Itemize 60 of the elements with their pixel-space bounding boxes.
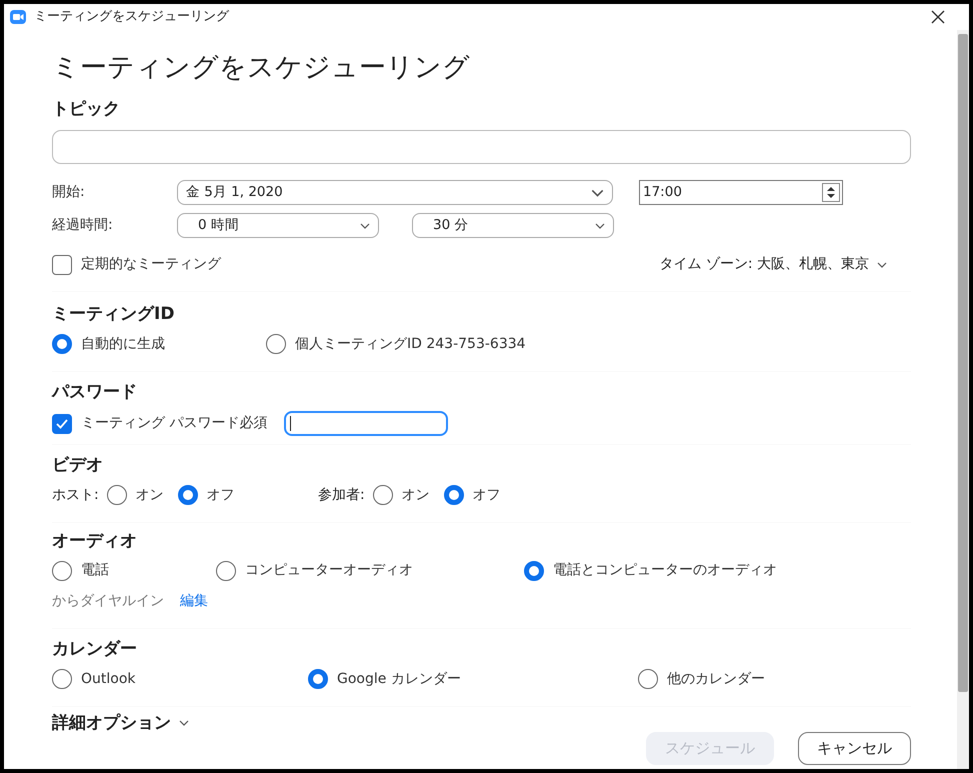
chevron-down-icon bbox=[591, 188, 604, 196]
section-title: カレンダー bbox=[52, 638, 138, 661]
option-label: オフ bbox=[206, 486, 235, 504]
time-spinner[interactable]: 17:00 bbox=[639, 180, 843, 205]
radio-button[interactable] bbox=[52, 669, 72, 689]
field-label: ホスト: bbox=[52, 486, 99, 504]
topic-field[interactable] bbox=[52, 130, 911, 164]
scrollbar[interactable] bbox=[957, 30, 969, 769]
timezone-dropdown[interactable]: タイム ゾーン: 大阪、札幌、東京 bbox=[659, 254, 887, 275]
dialog-heading: ミーティングをスケジューリング bbox=[52, 51, 471, 85]
checkbox-label: ミーティング パスワード必須 bbox=[81, 414, 268, 433]
check-icon bbox=[56, 418, 68, 428]
dial-in-label: からダイヤルイン bbox=[52, 592, 164, 611]
checkbox-label: 定期的なミーティング bbox=[81, 255, 221, 274]
option-label: オン bbox=[402, 486, 430, 504]
option-label: Outlook bbox=[81, 670, 136, 688]
radio-button[interactable] bbox=[638, 669, 658, 689]
close-icon[interactable] bbox=[931, 10, 945, 24]
field-label: 開始: bbox=[52, 183, 86, 202]
checkbox[interactable] bbox=[52, 254, 72, 274]
radio-button[interactable] bbox=[106, 485, 127, 505]
chevron-down-icon bbox=[360, 222, 370, 228]
radio-button[interactable] bbox=[52, 334, 72, 354]
section-title: ビデオ bbox=[52, 454, 104, 477]
section-title: パスワード bbox=[52, 380, 138, 404]
cancel-button[interactable]: キャンセル bbox=[798, 732, 911, 764]
chevron-down-icon bbox=[877, 262, 887, 268]
chevron-down-icon bbox=[595, 222, 605, 228]
option-label: 個人ミーティングID 243-753-6334 bbox=[295, 334, 526, 354]
option-label: Google カレンダー bbox=[337, 670, 461, 688]
option-label: 電話とコンピューターのオーディオ bbox=[553, 561, 777, 580]
field-label: 参加者: bbox=[318, 486, 365, 504]
checkbox[interactable] bbox=[52, 414, 72, 434]
app-icon bbox=[10, 10, 26, 24]
option-label: オフ bbox=[472, 486, 501, 504]
radio-button[interactable] bbox=[372, 485, 393, 505]
chevron-down-icon bbox=[179, 720, 189, 726]
radio-button[interactable] bbox=[216, 560, 236, 580]
window-title: ミーティングをスケジューリング bbox=[34, 8, 230, 26]
radio-button[interactable] bbox=[52, 560, 72, 580]
radio-button[interactable] bbox=[524, 560, 544, 580]
option-label: 電話 bbox=[81, 561, 109, 580]
section-title: トピック bbox=[52, 98, 121, 120]
spinner-arrows-icon[interactable] bbox=[822, 183, 840, 202]
radio-button[interactable] bbox=[308, 669, 328, 689]
date-dropdown[interactable]: 金 5月 1, 2020 bbox=[177, 180, 613, 205]
section-title: ミーティングID bbox=[52, 303, 176, 326]
section-title: オーディオ bbox=[52, 530, 138, 552]
password-field[interactable] bbox=[284, 411, 448, 436]
edit-link[interactable]: 編集 bbox=[180, 591, 208, 612]
option-label: コンピューターオーディオ bbox=[245, 561, 413, 580]
option-label: 他のカレンダー bbox=[667, 670, 765, 688]
minutes-dropdown[interactable]: 30 分 bbox=[412, 213, 614, 238]
hours-dropdown[interactable]: 0 時間 bbox=[177, 213, 379, 238]
field-label: 経過時間: bbox=[52, 216, 114, 235]
option-label: 自動的に生成 bbox=[81, 334, 165, 354]
radio-button[interactable] bbox=[178, 485, 198, 505]
radio-button[interactable] bbox=[266, 334, 286, 354]
option-label: オン bbox=[136, 486, 164, 504]
radio-button[interactable] bbox=[444, 485, 464, 505]
